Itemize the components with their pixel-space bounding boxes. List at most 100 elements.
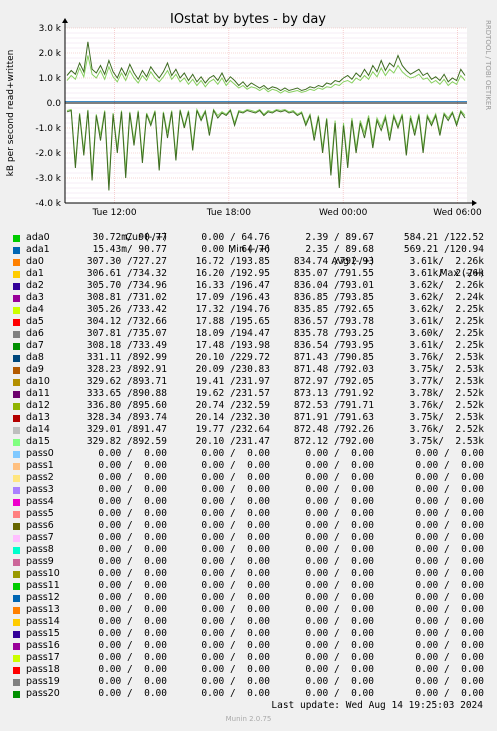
legend-avg: 0.00 / 0.00 [305,568,374,579]
legend-avg: 0.00 / 0.00 [305,592,374,603]
legend-min: 0.00 / 0.00 [201,532,270,543]
legend-avg: 2.35 / 89.68 [305,244,374,255]
legend-max: 0.00 / 0.00 [415,532,484,543]
legend-item-pass11: pass11 0.00 / 0.00 0.00 / 0.00 0.00 / 0.00 0… [10,580,490,592]
legend-name: pass0 [26,448,54,459]
legend-item-pass4: pass4 0.00 / 0.00 0.00 / 0.00 0.00 / 0.00 0.… [10,496,490,508]
legend-max: 3.75k/ 2.53k [409,412,484,423]
legend-item-da1: da1 306.61 /734.32 16.20 /192.95 835.07 /79… [10,268,490,280]
legend-item-pass12: pass12 0.00 / 0.00 0.00 / 0.00 0.00 / 0.00 0… [10,592,490,604]
legend-avg: 0.00 / 0.00 [305,664,374,675]
legend-max: 0.00 / 0.00 [415,592,484,603]
legend-avg: 835.07 /791.55 [293,268,374,279]
legend-cur: 331.11 /892.99 [86,352,167,363]
legend-max: 0.00 / 0.00 [415,664,484,675]
legend-cur: 0.00 / 0.00 [98,640,167,651]
legend-swatch [13,438,20,446]
legend-min: 0.00 / 0.00 [201,568,270,579]
legend-max: 3.62k/ 2.24k [409,292,484,303]
x-tick-label: Wed 06:00 [433,208,482,218]
legend-name: da13 [26,412,50,423]
last-update: Last update: Wed Aug 14 19:25:03 2024 [271,700,483,711]
legend-cur: 0.00 / 0.00 [98,616,167,627]
legend-max: 3.61k/ 2.25k [409,340,484,351]
legend-min: 19.41 /231.97 [195,376,270,387]
legend-avg: 0.00 / 0.00 [305,472,374,483]
legend-max: 3.75k/ 2.53k [409,436,484,447]
legend-item-pass14: pass14 0.00 / 0.00 0.00 / 0.00 0.00 / 0.00 0… [10,616,490,628]
legend-item-da5: da5 304.12 /732.66 17.88 /195.65 836.57 /79… [10,316,490,328]
legend-swatch [13,690,20,698]
legend-name: ada0 [26,232,50,243]
legend-name: da10 [26,376,50,387]
legend-item-da4: da4 305.26 /733.42 17.32 /194.76 835.85 /79… [10,304,490,316]
legend-cur: 0.00 / 0.00 [98,688,167,699]
legend-avg: 872.12 /792.00 [293,436,374,447]
legend-min: 17.48 /193.98 [195,340,270,351]
legend-cur: 329.82 /892.59 [86,436,167,447]
legend-name: pass1 [26,460,54,471]
legend-avg: 2.39 / 89.67 [305,232,374,243]
legend-name: da9 [26,364,44,375]
legend-avg: 0.00 / 0.00 [305,484,374,495]
legend-min: 17.09 /196.43 [195,292,270,303]
legend-name: pass15 [26,628,60,639]
x-axis-arrow [472,200,477,206]
legend-max: 0.00 / 0.00 [415,640,484,651]
legend-item-da12: da12 336.80 /895.60 20.74 /232.59 872.53 /7… [10,400,490,412]
legend-name: da11 [26,388,50,399]
legend-swatch [13,510,20,518]
legend-max: 0.00 / 0.00 [415,484,484,495]
legend-swatch [13,570,20,578]
legend-max: 3.61k/ 2.26k [409,268,484,279]
y-axis-arrow [62,18,68,23]
legend-name: pass5 [26,508,54,519]
legend-swatch [13,642,20,650]
legend-name: pass18 [26,664,60,675]
legend-swatch [13,402,20,410]
legend-name: pass12 [26,592,60,603]
legend-min: 16.33 /196.47 [195,280,270,291]
legend-avg: 834.74 /792.93 [293,256,374,267]
legend-item-pass3: pass3 0.00 / 0.00 0.00 / 0.00 0.00 / 0.00 0.… [10,484,490,496]
legend-swatch [13,666,20,674]
legend-cur: 0.00 / 0.00 [98,544,167,555]
legend-max: 0.00 / 0.00 [415,568,484,579]
legend-cur: 308.18 /733.49 [86,340,167,351]
legend-swatch [13,450,20,458]
legend-swatch [13,654,20,662]
legend-max: 0.00 / 0.00 [415,556,484,567]
legend-item-da11: da11 333.65 /890.88 19.62 /231.57 873.13 /7… [10,388,490,400]
legend-swatch [13,534,20,542]
legend-avg: 835.78 /793.25 [293,328,374,339]
legend-avg: 0.00 / 0.00 [305,544,374,555]
legend-cur: 305.26 /733.42 [86,304,167,315]
legend-avg: 0.00 / 0.00 [305,496,374,507]
legend-avg: 873.13 /791.92 [293,388,374,399]
legend-cur: 0.00 / 0.00 [98,604,167,615]
legend-max: 0.00 / 0.00 [415,652,484,663]
legend-swatch [13,426,20,434]
legend-min: 16.72 /193.85 [195,256,270,267]
legend-cur: 0.00 / 0.00 [98,460,167,471]
x-tick-label: Tue 12:00 [91,208,136,218]
legend-min: 20.74 /232.59 [195,400,270,411]
legend-min: 0.00 / 0.00 [201,544,270,555]
legend-item-ada0: ada0 30.72m/ 90.77 0.00 / 64.76 2.39 / 89.6… [10,232,490,244]
legend-name: ada1 [26,244,50,255]
legend-max: 0.00 / 0.00 [415,508,484,519]
legend-swatch [13,630,20,638]
legend-cur: 0.00 / 0.00 [98,664,167,675]
legend-swatch [13,558,20,566]
legend-swatch [13,582,20,590]
y-tick-label: -1.0 k [35,124,61,134]
legend-min: 19.77 /232.64 [195,424,270,435]
legend-name: da12 [26,400,50,411]
legend-name: da2 [26,280,44,291]
legend-cur: 305.70 /734.96 [86,280,167,291]
legend-name: pass14 [26,616,60,627]
legend-item-pass6: pass6 0.00 / 0.00 0.00 / 0.00 0.00 / 0.00 0.… [10,520,490,532]
legend-swatch [13,594,20,602]
legend-max: 3.62k/ 2.26k [409,280,484,291]
legend-max: 3.61k/ 2.25k [409,316,484,327]
